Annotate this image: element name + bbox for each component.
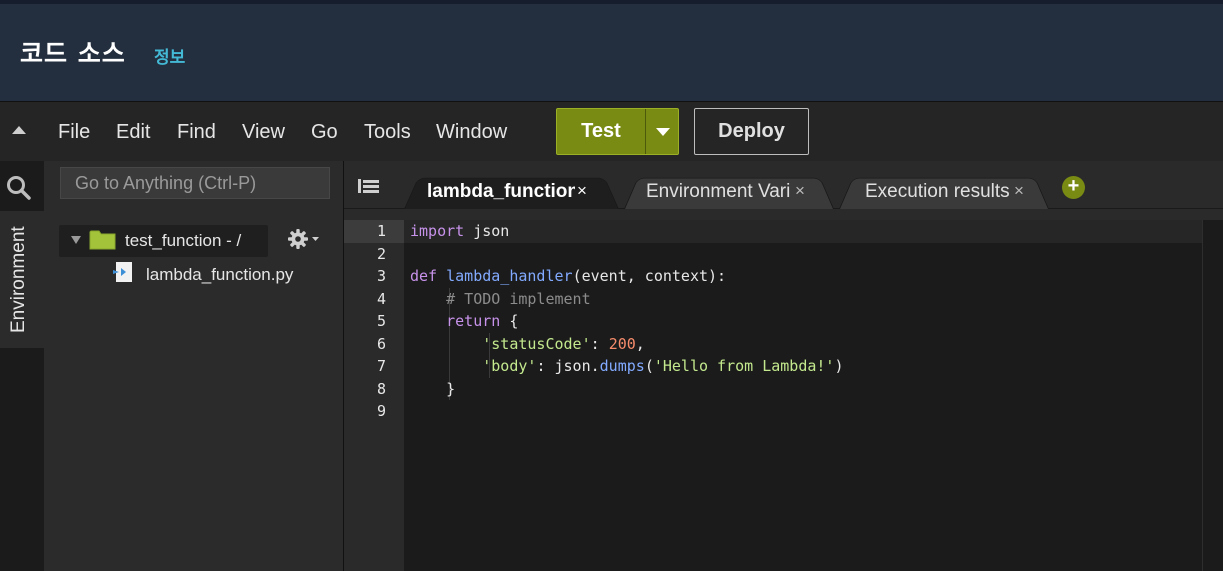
editor-scrollbar[interactable] xyxy=(1202,220,1223,571)
search-icon[interactable] xyxy=(6,175,32,201)
tree-root-folder[interactable]: test_function - / xyxy=(59,225,268,257)
folder-icon xyxy=(89,230,116,250)
line-number: 9 xyxy=(376,402,386,420)
test-button[interactable]: Test xyxy=(557,109,645,154)
collapse-caret-icon[interactable] xyxy=(12,126,26,134)
ide-menubar: File Edit Find View Go Tools Window Test… xyxy=(0,101,1223,161)
python-file-icon xyxy=(113,262,132,282)
menu-go[interactable]: Go xyxy=(311,121,338,144)
info-link[interactable]: 정보 xyxy=(154,43,185,68)
line-number: 2 xyxy=(376,244,386,263)
active-line-gutter-highlight xyxy=(344,220,404,243)
test-dropdown-caret-icon[interactable] xyxy=(646,109,679,154)
code-line-7: 'body': json.dumps('Hello from Lambda!') xyxy=(482,357,844,375)
folder-expand-caret-icon[interactable] xyxy=(71,236,81,244)
tab-close-icon[interactable]: × xyxy=(795,181,805,201)
page-header: 코드 소스 정보 xyxy=(0,0,1223,101)
code-line-8: } xyxy=(446,379,456,398)
tree-file-lambda-function[interactable]: lambda_function.py xyxy=(146,265,293,285)
tab-close-icon[interactable]: × xyxy=(577,181,587,201)
tab-list-menu-icon[interactable] xyxy=(358,178,380,196)
code-line-1: import json xyxy=(410,222,510,240)
test-button-group: Test xyxy=(556,108,679,155)
add-tab-plus-icon[interactable]: + xyxy=(1062,176,1085,199)
menu-edit[interactable]: Edit xyxy=(116,121,150,144)
line-number: 6 xyxy=(376,334,386,353)
line-number: 4 xyxy=(376,289,386,308)
code-line-3: def lambda_handler(event, context): xyxy=(410,267,727,285)
menu-view[interactable]: View xyxy=(242,121,285,144)
go-to-anything-input[interactable] xyxy=(60,167,330,199)
line-number-gutter: 1 2 3 4 5 6 7 8 9 xyxy=(344,220,404,571)
tab-environment-variables[interactable]: Environment Vari xyxy=(646,181,795,203)
tree-root-label: test_function - / xyxy=(125,231,242,250)
left-activity-strip: Environment xyxy=(0,161,44,571)
line-number: 7 xyxy=(376,357,386,375)
menu-tools[interactable]: Tools xyxy=(364,121,411,144)
menu-find[interactable]: Find xyxy=(177,121,216,144)
environment-tab[interactable]: Environment xyxy=(0,211,44,348)
line-number: 3 xyxy=(376,267,386,285)
active-line-highlight xyxy=(404,220,1202,243)
tab-lambda-function[interactable]: lambda_function xyxy=(427,181,575,203)
menu-window[interactable]: Window xyxy=(436,121,507,144)
tab-close-icon[interactable]: × xyxy=(1014,181,1024,201)
gear-icon[interactable] xyxy=(287,228,321,250)
tab-execution-results[interactable]: Execution results xyxy=(865,181,1015,203)
code-editor[interactable]: import json def lambda_handler(event, co… xyxy=(404,220,1202,571)
line-number: 1 xyxy=(376,222,386,240)
environment-tab-label: Environment xyxy=(8,226,29,333)
menu-file[interactable]: File xyxy=(58,121,90,144)
deploy-button[interactable]: Deploy xyxy=(694,108,809,155)
page-title: 코드 소스 xyxy=(20,39,126,68)
line-number: 8 xyxy=(376,379,386,398)
line-number: 5 xyxy=(376,312,386,330)
code-line-5: return { xyxy=(446,312,519,330)
editor-tabs-bar: lambda_function × Environment Vari × Exe… xyxy=(344,161,1223,209)
file-tree-panel: test_function - / lambda_function.py xyxy=(44,161,343,571)
code-line-4: # TODO implement xyxy=(446,289,591,308)
editor-area: lambda_function × Environment Vari × Exe… xyxy=(343,161,1223,571)
code-line-6: 'statusCode': 200, xyxy=(482,334,645,353)
